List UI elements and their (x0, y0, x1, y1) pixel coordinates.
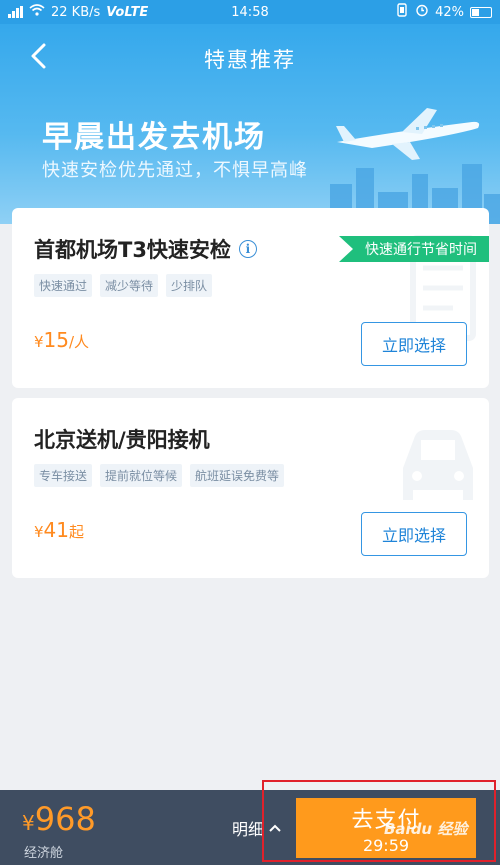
price-unit: /人 (69, 333, 90, 351)
status-bar: 22 KB/s VoLTE 14:58 42% (0, 0, 500, 24)
total-value: 968 (34, 800, 96, 838)
hero-subtitle: 快速安检优先通过，不惧早高峰 (42, 160, 308, 181)
total-price: ¥ 968 (22, 800, 96, 838)
tag: 减少等待 (100, 274, 159, 297)
hero-banner: 特惠推荐 早晨出发去机场 快速安检优先通过，不惧早高峰 (0, 24, 500, 224)
car-icon (403, 430, 473, 500)
page-title: 特惠推荐 (204, 48, 296, 72)
battery-percent: 42% (435, 4, 464, 20)
select-button[interactable]: 立即选择 (361, 512, 467, 556)
carrier-label: VoLTE (106, 4, 149, 20)
price-currency: ¥ (34, 333, 44, 351)
wifi-icon (29, 4, 45, 20)
card-title: 北京送机/贵阳接机 (34, 424, 210, 454)
card-title: 首都机场T3快速安检 i (34, 234, 257, 264)
airplane-illustration (336, 108, 480, 160)
price-detail-toggle[interactable]: 明细 (232, 816, 282, 840)
promo-ribbon: 快速通行节省时间 (339, 236, 489, 262)
price-unit: 起 (69, 523, 85, 541)
alarm-icon (415, 3, 429, 21)
card-title-text: 首都机场T3快速安检 (34, 238, 231, 262)
price: ¥ 15 /人 (34, 328, 89, 352)
tag: 少排队 (166, 274, 213, 297)
signal-icon (8, 6, 23, 18)
price-value: 15 (43, 328, 69, 352)
tag-list: 快速通过 减少等待 少排队 (34, 274, 213, 297)
card-title-text: 北京送机/贵阳接机 (34, 428, 210, 452)
tag: 提前就位等候 (100, 464, 183, 487)
info-icon[interactable]: i (238, 240, 257, 258)
detail-label: 明细 (232, 820, 265, 839)
tag: 专车接送 (34, 464, 93, 487)
watermark-logo: Baidu 经验 (384, 820, 468, 838)
tag-list: 专车接送 提前就位等候 航班延误免费等 (34, 464, 285, 487)
service-card-airport-transfer: 北京送机/贵阳接机 专车接送 提前就位等候 航班延误免费等 ¥ 41 起 立即选… (12, 398, 489, 578)
service-card-fast-security: 首都机场T3快速安检 i 快速通行节省时间 快速通过 减少等待 少排队 ¥ 15… (12, 208, 489, 388)
tag: 航班延误免费等 (190, 464, 285, 487)
cabin-class: 经济舱 (24, 846, 64, 861)
chevron-up-icon (269, 824, 281, 832)
hero-title: 早晨出发去机场 (42, 120, 266, 155)
network-speed: 22 KB/s (51, 4, 101, 20)
price: ¥ 41 起 (34, 518, 84, 542)
battery-icon (470, 6, 492, 18)
total-currency: ¥ (22, 811, 35, 835)
price-currency: ¥ (34, 523, 44, 541)
vibrate-icon (395, 3, 409, 21)
price-value: 41 (43, 518, 69, 542)
select-button[interactable]: 立即选择 (361, 322, 467, 366)
tag: 快速通过 (34, 274, 93, 297)
